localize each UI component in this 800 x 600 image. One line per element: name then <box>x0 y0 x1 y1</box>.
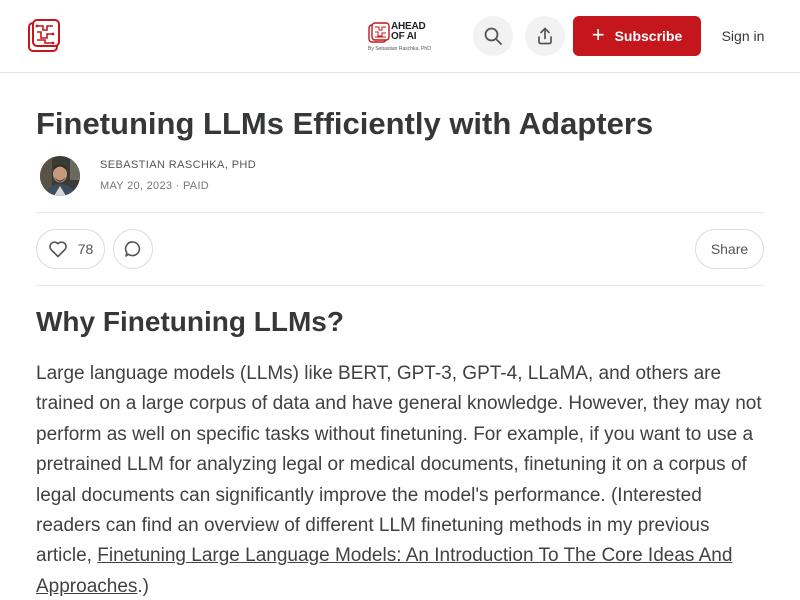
divider-bottom <box>36 285 764 286</box>
divider-top <box>36 212 764 213</box>
body-paragraph: Large language models (LLMs) like BERT, … <box>36 359 766 600</box>
share-button[interactable]: Share <box>695 229 764 269</box>
post-access-label: PAID <box>182 180 210 192</box>
author-name[interactable]: SEBASTIAN RASCHKA, PHD <box>100 159 256 171</box>
paragraph-text-start: Large language models (LLMs) like BERT, … <box>36 363 762 567</box>
subscribe-button[interactable]: + Subscribe <box>573 16 701 56</box>
post-title: Finetuning LLMs Efficiently with Adapter… <box>36 106 654 141</box>
comment-button[interactable] <box>113 229 153 269</box>
share-upload-button[interactable] <box>525 16 565 56</box>
publication-byline: By Sebastian Raschka, PhD <box>368 46 431 52</box>
search-button[interactable] <box>473 16 513 56</box>
publication-chip-icon <box>368 22 390 44</box>
post-meta: MAY 20, 2023 · PAID <box>100 180 209 192</box>
sign-in-link[interactable]: Sign in <box>714 16 772 56</box>
search-icon <box>484 27 502 45</box>
author-avatar[interactable] <box>40 156 80 196</box>
plus-icon: + <box>591 22 605 47</box>
subscribe-label: Subscribe <box>614 28 683 44</box>
section-heading: Why Finetuning LLMs? <box>36 306 344 337</box>
publication-name: AHEAD OF AI <box>391 22 435 42</box>
heart-icon <box>48 241 67 258</box>
top-bar: AHEAD OF AI By Sebastian Raschka, PhD + … <box>0 0 800 73</box>
chip-logo-icon[interactable] <box>26 18 62 54</box>
publication-logo[interactable]: AHEAD OF AI By Sebastian Raschka, PhD <box>368 20 434 54</box>
post-date: MAY 20, 2023 <box>100 180 173 192</box>
paragraph-text-end: .) <box>137 575 150 597</box>
like-count: 78 <box>77 241 94 257</box>
meta-separator: · <box>175 180 180 192</box>
publication-name-line2: OF AI <box>391 31 417 42</box>
comment-icon <box>124 241 141 257</box>
like-button[interactable]: 78 <box>36 229 105 269</box>
share-upload-icon <box>538 27 552 45</box>
